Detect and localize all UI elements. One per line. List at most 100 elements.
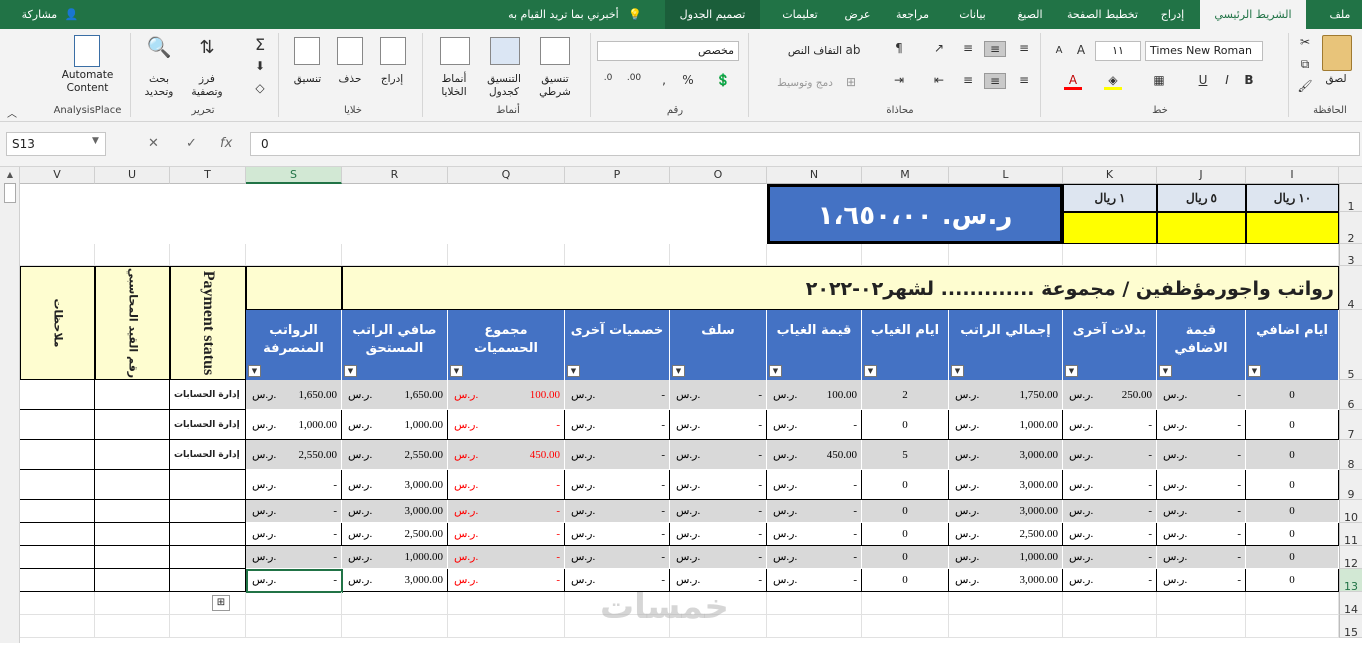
data-cell-total_salary[interactable]: ر.س. 3,000.00 xyxy=(949,500,1063,523)
decrease-decimal-icon[interactable]: .0 xyxy=(598,73,618,83)
data-cell-paid[interactable]: ر.س. - xyxy=(246,546,342,569)
tab-page-layout[interactable]: تخطيط الصفحة xyxy=(1060,0,1145,29)
worksheet-grid[interactable]: ▲ I J K L M N O P Q R S T U V 1 2 3 4 5 6 7 8 9 10 11 12 13 14 15 ١٠ … xyxy=(0,167,1362,643)
filter-dropdown-icon[interactable]: ▼ xyxy=(864,365,877,377)
percent-icon[interactable]: % xyxy=(678,73,698,87)
data-cell-net_salary[interactable]: ر.س. 2,500.00 xyxy=(342,523,448,546)
row-header-8[interactable]: 8 xyxy=(1339,440,1362,471)
filter-dropdown-icon[interactable]: ▼ xyxy=(951,365,964,377)
empty-cell[interactable] xyxy=(862,592,949,615)
data-cell-advance[interactable]: ر.س. - xyxy=(670,523,767,546)
align-bottom-icon[interactable]: ≡ xyxy=(958,41,978,55)
fill-icon[interactable]: ⬇ xyxy=(250,59,270,73)
notes-cell[interactable] xyxy=(20,500,95,523)
empty-cell[interactable] xyxy=(342,244,448,266)
bold-icon[interactable]: B xyxy=(1240,73,1258,87)
tab-table-design[interactable]: تصميم الجدول xyxy=(665,0,760,29)
empty-cell[interactable] xyxy=(170,592,246,615)
empty-cell[interactable] xyxy=(949,615,1063,638)
data-cell-extra_days[interactable]: 0 xyxy=(1246,380,1339,410)
empty-cell[interactable] xyxy=(246,592,342,615)
tab-file[interactable]: ملف xyxy=(1318,0,1362,29)
data-cell-net_salary[interactable]: ر.س. 1,000.00 xyxy=(342,546,448,569)
fill-color-icon[interactable]: ◈ xyxy=(1104,73,1122,90)
filter-dropdown-icon[interactable]: ▼ xyxy=(248,365,261,377)
accounting-number-cell[interactable] xyxy=(95,440,170,470)
automate-content-button[interactable]: Automate Content xyxy=(50,69,125,95)
data-cell-absence_value[interactable]: ر.س. - xyxy=(767,500,862,523)
row-header-9[interactable]: 9 xyxy=(1339,470,1362,501)
row-header-5[interactable]: 5 xyxy=(1339,310,1362,381)
column-header-u[interactable]: U xyxy=(95,167,170,184)
tab-help[interactable]: تعليمات xyxy=(770,0,830,29)
denomination-count-cell[interactable] xyxy=(1157,212,1246,244)
data-cell-extra_value[interactable]: ر.س. - xyxy=(1157,523,1246,546)
empty-cell[interactable] xyxy=(95,244,170,266)
format-as-table-button[interactable]: التنسيق كجدول xyxy=(478,73,530,99)
data-cell-advance[interactable]: ر.س. - xyxy=(670,470,767,500)
data-cell-allowances[interactable]: ر.س. - xyxy=(1063,523,1157,546)
align-top-icon[interactable]: ≡ xyxy=(1014,41,1034,55)
data-cell-extra_days[interactable]: 0 xyxy=(1246,523,1339,546)
empty-cell[interactable] xyxy=(342,592,448,615)
data-cell-total_salary[interactable]: ر.س. 1,000.00 xyxy=(949,410,1063,440)
payment-status-cell[interactable] xyxy=(170,546,246,569)
data-cell-absence_days[interactable]: 0 xyxy=(862,569,949,592)
data-cell-net_salary[interactable]: ر.س. 2,550.00 xyxy=(342,440,448,470)
data-cell-total_salary[interactable]: ر.س. 3,000.00 xyxy=(949,440,1063,470)
empty-cell[interactable] xyxy=(448,244,565,266)
collapse-ribbon-icon[interactable]: ︿ xyxy=(6,105,18,120)
copy-icon[interactable]: ⧉ xyxy=(1296,57,1314,72)
notes-cell[interactable] xyxy=(20,380,95,410)
increase-decimal-icon[interactable]: .00 xyxy=(624,73,644,83)
row-header-6[interactable]: 6 xyxy=(1339,380,1362,411)
column-header-k[interactable]: K xyxy=(1063,167,1157,184)
empty-cell[interactable] xyxy=(1063,592,1157,615)
column-header-s[interactable]: S xyxy=(246,167,342,184)
paste-icon[interactable] xyxy=(1322,35,1352,71)
data-cell-net_salary[interactable]: ر.س. 1,650.00 xyxy=(342,380,448,410)
cell-styles-button[interactable]: أنماط الخلايا xyxy=(430,73,478,99)
data-cell-extra_value[interactable]: ر.س. - xyxy=(1157,546,1246,569)
data-cell-other_deduct[interactable]: ر.س. - xyxy=(565,470,670,500)
empty-cell[interactable] xyxy=(20,592,95,615)
empty-cell[interactable] xyxy=(170,615,246,638)
filter-dropdown-icon[interactable]: ▼ xyxy=(450,365,463,377)
empty-cell[interactable] xyxy=(1063,615,1157,638)
delete-cells-button[interactable]: حذف xyxy=(330,73,370,86)
notes-cell[interactable] xyxy=(20,440,95,470)
row-header-12[interactable]: 12 xyxy=(1339,546,1362,570)
clear-icon[interactable]: ◇ xyxy=(250,81,270,95)
empty-cell[interactable] xyxy=(1157,592,1246,615)
data-cell-total_salary[interactable]: ر.س. 1,750.00 xyxy=(949,380,1063,410)
row-header-2[interactable]: 2 xyxy=(1339,212,1362,245)
data-cell-other_deduct[interactable]: ر.س. - xyxy=(565,410,670,440)
data-cell-advance[interactable]: ر.س. - xyxy=(670,546,767,569)
tab-review[interactable]: مراجعة xyxy=(885,0,940,29)
empty-cell[interactable] xyxy=(246,615,342,638)
filter-dropdown-icon[interactable]: ▼ xyxy=(1248,365,1261,377)
formula-input[interactable]: 0 xyxy=(250,132,1360,156)
data-cell-total_salary[interactable]: ر.س. 3,000.00 xyxy=(949,569,1063,592)
data-cell-absence_days[interactable]: 0 xyxy=(862,546,949,569)
wrap-text-button[interactable]: التفاف النص xyxy=(775,45,855,58)
data-cell-absence_value[interactable]: ر.س. - xyxy=(767,523,862,546)
find-select-button[interactable]: بحث وتحديد xyxy=(138,73,180,99)
data-cell-extra_value[interactable]: ر.س. - xyxy=(1157,500,1246,523)
row-header-7[interactable]: 7 xyxy=(1339,410,1362,441)
rtl-icon[interactable]: ¶ xyxy=(888,41,910,55)
data-cell-paid[interactable]: ر.س. 1,650.00 xyxy=(246,380,342,410)
row-header-13[interactable]: 13 xyxy=(1339,569,1362,593)
data-cell-net_salary[interactable]: ر.س. 3,000.00 xyxy=(342,500,448,523)
denomination-count-cell[interactable] xyxy=(1246,212,1339,244)
data-cell-net_salary[interactable]: ر.س. 1,000.00 xyxy=(342,410,448,440)
data-cell-absence_value[interactable]: ر.س. - xyxy=(767,546,862,569)
data-cell-extra_days[interactable]: 0 xyxy=(1246,440,1339,470)
data-cell-other_deduct[interactable]: ر.س. - xyxy=(565,500,670,523)
empty-cell[interactable] xyxy=(170,244,246,266)
empty-cell[interactable] xyxy=(95,615,170,638)
data-cell-other_deduct[interactable]: ر.س. - xyxy=(565,440,670,470)
payment-status-cell[interactable] xyxy=(170,569,246,592)
insert-function-icon[interactable]: fx xyxy=(220,136,232,151)
data-cell-absence_days[interactable]: 0 xyxy=(862,500,949,523)
